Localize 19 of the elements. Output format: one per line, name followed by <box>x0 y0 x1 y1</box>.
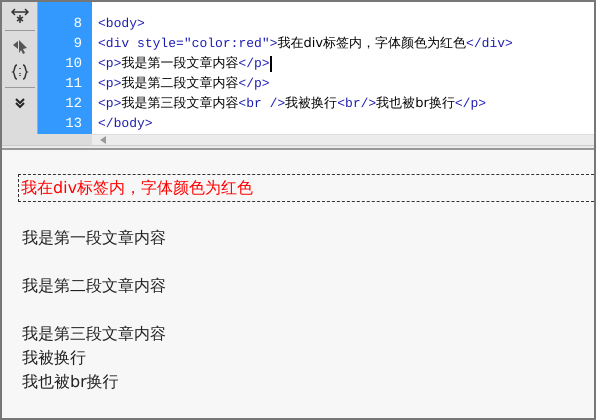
code-line: <div style="color:red">我在div标签内，字体颜色为红色</div> <box>98 36 513 51</box>
line-number: 12 <box>65 96 82 112</box>
line-number: 10 <box>65 56 82 72</box>
line-number: 11 <box>65 76 82 92</box>
line-number: 9 <box>74 36 82 52</box>
code-line: <p>我是第一段文章内容</p> <box>98 56 270 71</box>
code-line: <p>我是第二段文章内容</p> <box>98 76 270 91</box>
code-line: </body> <box>98 116 153 131</box>
paragraph-text: 我也被br换行 <box>22 371 120 393</box>
line-number: 8 <box>74 16 82 32</box>
paragraph-text: 我是第一段文章内容 <box>22 227 167 249</box>
div-text: 我在div标签内，字体颜色为红色 <box>21 178 254 197</box>
paragraph-text: 我是第三段文章内容 <box>22 323 167 345</box>
paragraph-text: 我是第二段文章内容 <box>22 275 167 297</box>
code-line: <body> <box>98 16 145 31</box>
text-cursor <box>270 56 272 72</box>
paragraph-text: 我被换行 <box>22 347 87 369</box>
line-number: 13 <box>65 116 82 132</box>
code-line: <p>我是第三段文章内容<br />我被换行<br/>我也被br换行</p> <box>98 96 486 111</box>
